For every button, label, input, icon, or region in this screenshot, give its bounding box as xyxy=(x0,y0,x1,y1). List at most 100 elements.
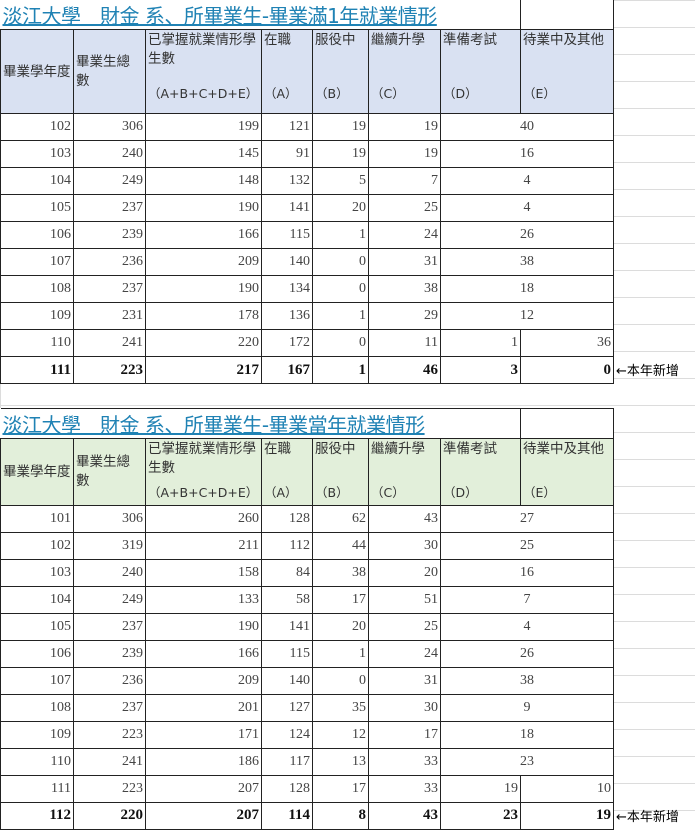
cell-further-study[interactable]: 51 xyxy=(368,585,441,614)
cell-employed[interactable]: 114 xyxy=(261,801,313,830)
cell-further-study[interactable]: 19 xyxy=(368,140,441,168)
cell-exam-prep-plus-other[interactable]: 25 xyxy=(440,531,614,560)
cell-employed[interactable]: 136 xyxy=(261,302,313,330)
cell-further-study[interactable]: 7 xyxy=(368,167,441,195)
cell-tracked[interactable]: 166 xyxy=(145,221,262,249)
cell-further-study[interactable]: 46 xyxy=(368,356,441,384)
cell-military[interactable]: 1 xyxy=(312,639,369,668)
cell-employed[interactable]: 115 xyxy=(261,639,313,668)
cell-employed[interactable]: 117 xyxy=(261,747,313,776)
cell-employed[interactable]: 115 xyxy=(261,221,313,249)
cell-tracked[interactable]: 211 xyxy=(145,531,262,560)
cell-military[interactable]: 44 xyxy=(312,531,369,560)
cell-military[interactable]: 0 xyxy=(312,329,369,357)
cell-tracked[interactable]: 201 xyxy=(145,693,262,722)
cell-year[interactable]: 105 xyxy=(0,194,74,222)
cell-further-study[interactable]: 25 xyxy=(368,612,441,641)
cell-military[interactable]: 19 xyxy=(312,113,369,141)
cell-tracked[interactable]: 171 xyxy=(145,720,262,749)
cell-year[interactable]: 104 xyxy=(0,167,74,195)
cell-employed[interactable]: 121 xyxy=(261,113,313,141)
cell-year[interactable]: 110 xyxy=(0,329,74,357)
cell-employed[interactable]: 91 xyxy=(261,140,313,168)
cell-exam-prep-plus-other[interactable]: 16 xyxy=(440,140,614,168)
cell-employed[interactable]: 84 xyxy=(261,558,313,587)
cell-exam-prep-plus-other[interactable]: 38 xyxy=(440,248,614,276)
cell-tracked[interactable]: 186 xyxy=(145,747,262,776)
cell-exam-prep-plus-other[interactable]: 40 xyxy=(440,113,614,141)
cell-military[interactable]: 20 xyxy=(312,612,369,641)
cell-total[interactable]: 319 xyxy=(73,531,146,560)
cell-year[interactable]: 106 xyxy=(0,221,74,249)
cell-exam-prep-plus-other[interactable]: 18 xyxy=(440,720,614,749)
cell-employed[interactable]: 134 xyxy=(261,275,313,303)
cell-exam-prep-plus-other[interactable]: 4 xyxy=(440,612,614,641)
cell-total[interactable]: 236 xyxy=(73,666,146,695)
cell-year[interactable]: 101 xyxy=(0,504,74,533)
cell-total[interactable]: 237 xyxy=(73,693,146,722)
cell-further-study[interactable]: 33 xyxy=(368,774,441,803)
cell-year[interactable]: 111 xyxy=(0,356,74,384)
cell-total[interactable]: 237 xyxy=(73,612,146,641)
cell-further-study[interactable]: 25 xyxy=(368,194,441,222)
cell-year[interactable]: 102 xyxy=(0,113,74,141)
cell-year[interactable]: 102 xyxy=(0,531,74,560)
cell-tracked[interactable]: 190 xyxy=(145,194,262,222)
cell-further-study[interactable]: 31 xyxy=(368,666,441,695)
cell-tracked[interactable]: 166 xyxy=(145,639,262,668)
cell-tracked[interactable]: 158 xyxy=(145,558,262,587)
cell-exam-prep-plus-other[interactable]: 26 xyxy=(440,639,614,668)
cell-year[interactable]: 107 xyxy=(0,666,74,695)
cell-exam-prep-plus-other[interactable]: 26 xyxy=(440,221,614,249)
cell-further-study[interactable]: 31 xyxy=(368,248,441,276)
cell-total[interactable]: 237 xyxy=(73,275,146,303)
cell-military[interactable]: 8 xyxy=(312,801,369,830)
cell-military[interactable]: 38 xyxy=(312,558,369,587)
cell-tracked[interactable]: 148 xyxy=(145,167,262,195)
cell-further-study[interactable]: 30 xyxy=(368,693,441,722)
cell-total[interactable]: 239 xyxy=(73,639,146,668)
cell-tracked[interactable]: 209 xyxy=(145,666,262,695)
cell-further-study[interactable]: 17 xyxy=(368,720,441,749)
cell-employed[interactable]: 172 xyxy=(261,329,313,357)
cell-further-study[interactable]: 19 xyxy=(368,113,441,141)
cell-military[interactable]: 0 xyxy=(312,666,369,695)
cell-employed[interactable]: 127 xyxy=(261,693,313,722)
cell-total[interactable]: 239 xyxy=(73,221,146,249)
cell-military[interactable]: 19 xyxy=(312,140,369,168)
cell-exam-prep[interactable]: 23 xyxy=(440,801,521,830)
cell-further-study[interactable]: 11 xyxy=(368,329,441,357)
cell-employed[interactable]: 128 xyxy=(261,504,313,533)
cell-year[interactable]: 104 xyxy=(0,585,74,614)
cell-total[interactable]: 220 xyxy=(73,801,146,830)
cell-employed[interactable]: 141 xyxy=(261,194,313,222)
cell-total[interactable]: 241 xyxy=(73,329,146,357)
cell-military[interactable]: 5 xyxy=(312,167,369,195)
cell-exam-prep-plus-other[interactable]: 23 xyxy=(440,747,614,776)
cell-employed[interactable]: 124 xyxy=(261,720,313,749)
cell-exam-prep-plus-other[interactable]: 7 xyxy=(440,585,614,614)
cell-year[interactable]: 103 xyxy=(0,558,74,587)
cell-military[interactable]: 1 xyxy=(312,221,369,249)
title-blank-cell[interactable] xyxy=(520,408,614,439)
cell-exam-prep-plus-other[interactable]: 4 xyxy=(440,194,614,222)
cell-unemployed-other[interactable]: 0 xyxy=(520,356,614,384)
cell-year[interactable]: 110 xyxy=(0,747,74,776)
cell-further-study[interactable]: 20 xyxy=(368,558,441,587)
cell-exam-prep-plus-other[interactable]: 27 xyxy=(440,504,614,533)
cell-total[interactable]: 236 xyxy=(73,248,146,276)
cell-total[interactable]: 306 xyxy=(73,113,146,141)
cell-military[interactable]: 20 xyxy=(312,194,369,222)
cell-exam-prep[interactable]: 3 xyxy=(440,356,521,384)
cell-tracked[interactable]: 260 xyxy=(145,504,262,533)
cell-employed[interactable]: 141 xyxy=(261,612,313,641)
cell-tracked[interactable]: 190 xyxy=(145,275,262,303)
cell-tracked[interactable]: 199 xyxy=(145,113,262,141)
cell-exam-prep-plus-other[interactable]: 18 xyxy=(440,275,614,303)
cell-total[interactable]: 241 xyxy=(73,747,146,776)
cell-employed[interactable]: 167 xyxy=(261,356,313,384)
title-blank-cell[interactable] xyxy=(520,0,614,30)
cell-unemployed-other[interactable]: 10 xyxy=(520,774,614,803)
cell-military[interactable]: 17 xyxy=(312,585,369,614)
cell-employed[interactable]: 140 xyxy=(261,666,313,695)
